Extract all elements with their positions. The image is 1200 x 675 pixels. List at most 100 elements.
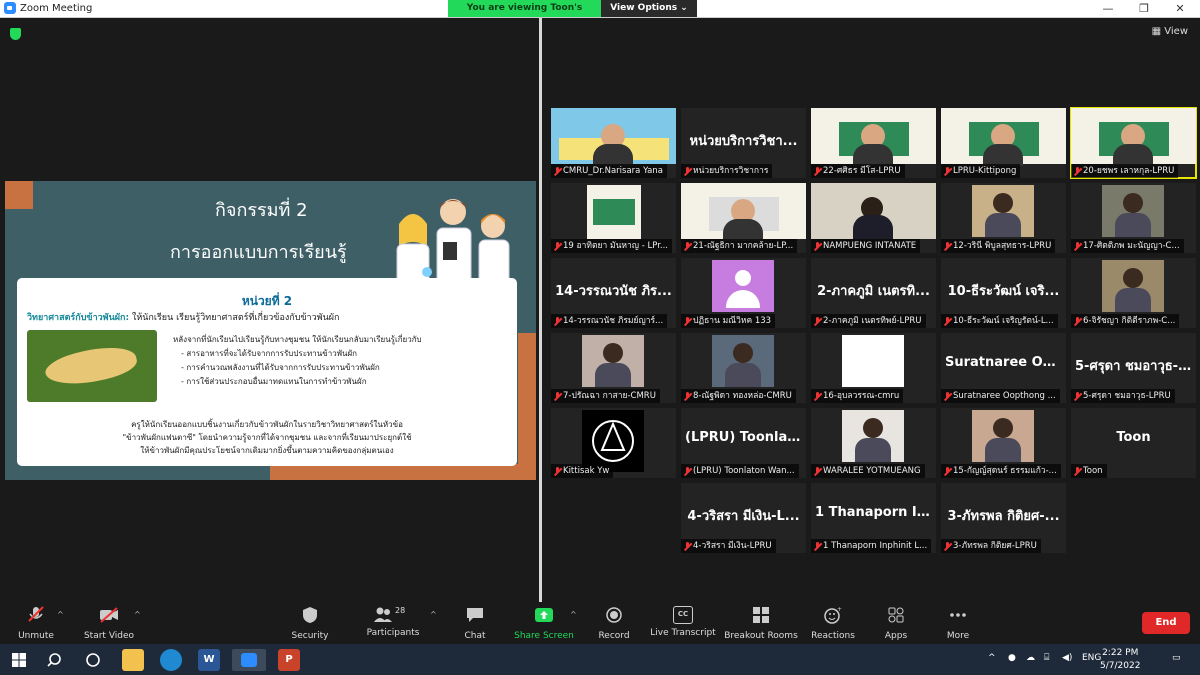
participant-name: 4-วริสรา มีเงิน-LPRU xyxy=(693,541,772,551)
participant-tile[interactable]: 5-ศรุดา ชมอาวุธ-... 5-ศรุดา ชมอาวุธ-LPRU xyxy=(1071,333,1196,403)
participant-video xyxy=(972,185,1034,237)
split-view-divider[interactable] xyxy=(539,18,542,602)
participant-name: 22-ศศิธร มีโส-LPRU xyxy=(823,166,901,176)
breakout-rooms-label: Breakout Rooms xyxy=(724,631,798,641)
share-screen-button[interactable]: Share Screen xyxy=(512,606,576,641)
footer-line: ให้ข้าวพันผักมีคุณประโยชน์จากเดิมมากยิ่ง… xyxy=(140,446,394,455)
file-explorer-icon[interactable] xyxy=(122,649,144,671)
participant-tile[interactable]: 10-ธีระวัฒน์ เจริ... 10-ธีระวัฒน์ เจริญรั… xyxy=(941,258,1066,328)
close-button[interactable]: ✕ xyxy=(1162,0,1198,18)
unmute-button[interactable]: Unmute xyxy=(14,606,58,641)
unit-body: หลังจากที่นักเรียนไปเรียนรู้กับทางชุมชน … xyxy=(173,333,422,389)
edge-browser-icon[interactable] xyxy=(160,649,182,671)
participant-tile[interactable]: ปฏิธาน มณีวิหค 133 xyxy=(681,258,806,328)
participant-tile[interactable]: 12-วรินี พิบูลสุทธาร-LPRU xyxy=(941,183,1066,253)
body-line: หลังจากที่นักเรียนไปเรียนรู้กับทางชุมชน … xyxy=(173,335,422,344)
participant-name: 19 อาทิตยา มันหาญ - LPr... xyxy=(563,241,669,251)
record-button[interactable]: Record xyxy=(594,606,634,641)
reactions-button[interactable]: + Reactions xyxy=(810,606,856,641)
tray-mic-icon[interactable]: ● xyxy=(1008,653,1016,663)
end-meeting-button[interactable]: End xyxy=(1142,612,1190,634)
unit-footer: ครูให้นักเรียนออกแบบชิ้นงานเกี่ยวกับข้าว… xyxy=(17,418,517,457)
mic-muted-icon xyxy=(684,466,691,476)
participant-tile[interactable]: 6-จิรัชญา กิติตีราภพ-C... xyxy=(1071,258,1196,328)
mic-muted-icon xyxy=(944,541,951,551)
mic-muted-icon xyxy=(554,466,561,476)
search-icon[interactable] xyxy=(45,649,67,671)
participant-name: 21-ณัฐธิกา มากคล้าย-LP... xyxy=(693,241,794,251)
zoom-taskbar-item[interactable] xyxy=(232,649,266,671)
participant-display-name: 2-ภาคภูมิ เนตรทิ... xyxy=(817,284,930,299)
participant-tile[interactable]: 17-ศิตติภพ มะนัญญา-C... xyxy=(1071,183,1196,253)
participant-video xyxy=(941,108,1066,166)
participant-tile[interactable]: 14-วรรณวนัช ภิร... 14-วรรณวนัช ภิรมย์ญาร์… xyxy=(551,258,676,328)
live-transcript-button[interactable]: CC Live Transcript xyxy=(648,606,718,638)
participant-tile[interactable]: Suratnaree Oop... Suratnaree Oopthong ... xyxy=(941,333,1066,403)
participant-tile[interactable]: 22-ศศิธร มีโส-LPRU xyxy=(811,108,936,178)
task-view-icon[interactable] xyxy=(82,649,104,671)
chat-button[interactable]: Chat xyxy=(456,606,494,641)
participant-tile[interactable]: WARALEE YOTMUEANG xyxy=(811,408,936,478)
security-shield-icon[interactable] xyxy=(10,28,21,40)
view-options-button[interactable]: View Options ⌄ xyxy=(601,0,697,17)
participant-name: Toon xyxy=(1083,466,1103,476)
participant-name: LPRU-Kittipong xyxy=(953,166,1017,176)
participant-name: 12-วรินี พิบูลสุทธาร-LPRU xyxy=(953,241,1052,251)
participant-tile[interactable]: 4-วริสรา มีเงิน-L... 4-วริสรา มีเงิน-LPRU xyxy=(681,483,806,553)
security-button[interactable]: Security xyxy=(288,606,332,641)
apps-icon xyxy=(888,607,904,623)
participant-name: 20-ยชพร เลาหกุล-LPRU xyxy=(1083,166,1175,176)
slide-decor-bar xyxy=(518,333,536,480)
windows-taskbar: W P ^ ● ☁ ⌸ ◀) ENG 2:22 PM 5/7/2022 ▭ xyxy=(0,644,1200,675)
grid-icon: ▦ xyxy=(1151,26,1162,37)
participant-tile[interactable]: Kittisak Yw xyxy=(551,408,676,478)
participant-tile[interactable]: Toon Toon xyxy=(1071,408,1196,478)
tray-chevron-icon[interactable]: ^ xyxy=(988,653,996,663)
mic-muted-icon xyxy=(944,241,951,251)
participant-tile[interactable]: 8-ณัฐพิดา ทองหล่อ-CMRU xyxy=(681,333,806,403)
breakout-rooms-button[interactable]: Breakout Rooms xyxy=(724,606,798,641)
taskbar-clock[interactable]: 2:22 PM 5/7/2022 xyxy=(1100,647,1140,673)
participant-tile[interactable]: 7-ปรัณฉา กาสาย-CMRU xyxy=(551,333,676,403)
participant-tile[interactable]: 20-ยชพร เลาหกุล-LPRU xyxy=(1070,107,1197,179)
participant-tile[interactable]: 19 อาทิตยา มันหาญ - LPr... xyxy=(551,183,676,253)
audio-options-caret[interactable]: ^ xyxy=(57,610,64,619)
participant-name-label: 6-จิรัชญา กิติตีราภพ-C... xyxy=(1071,314,1180,328)
participant-tile[interactable]: LPRU-Kittipong xyxy=(941,108,1066,178)
apps-label: Apps xyxy=(884,631,908,641)
participant-video xyxy=(551,108,676,166)
participants-options-caret[interactable]: ^ xyxy=(430,610,437,619)
tray-volume-icon[interactable]: ◀) xyxy=(1062,653,1072,663)
participant-tile[interactable]: 1 Thanaporn In... 1 Thanaporn Inphinit L.… xyxy=(811,483,936,553)
more-button[interactable]: More xyxy=(940,606,976,641)
participant-tile[interactable]: CMRU_Dr.Narisara Yana xyxy=(551,108,676,178)
windows-start-icon[interactable] xyxy=(8,649,30,671)
powerpoint-icon[interactable]: P xyxy=(278,649,300,671)
participant-tile[interactable]: 15-กัญญ์สุดนร์ ธรรมแก้ว-... xyxy=(941,408,1066,478)
tray-network-icon[interactable]: ⌸ xyxy=(1044,653,1049,663)
participant-tile[interactable]: (LPRU) Toonlat... (LPRU) Toonlaton Wan... xyxy=(681,408,806,478)
participant-tile[interactable]: NAMPUENG INTANATE xyxy=(811,183,936,253)
participant-tile[interactable]: 2-ภาคภูมิ เนตรทิ... 2-ภาคภูมิ เนตรทิพย์-L… xyxy=(811,258,936,328)
apps-button[interactable]: Apps xyxy=(878,606,914,641)
word-icon[interactable]: W xyxy=(198,649,220,671)
participant-name-label: 19 อาทิตยา มันหาญ - LPr... xyxy=(551,239,673,253)
video-options-caret[interactable]: ^ xyxy=(134,610,141,619)
restore-button[interactable]: ❐ xyxy=(1126,0,1162,18)
participant-tile[interactable]: 3-ภัทรพล กิติยศ-... 3-ภัทรพล กิติยศ-LPRU xyxy=(941,483,1066,553)
share-screen-label: Share Screen xyxy=(514,631,574,641)
participant-video xyxy=(811,108,936,166)
minimize-button[interactable]: — xyxy=(1090,0,1126,18)
share-options-caret[interactable]: ^ xyxy=(570,610,577,619)
participant-tile[interactable]: 21-ณัฐธิกา มากคล้าย-LP... xyxy=(681,183,806,253)
notification-icon[interactable]: ▭ xyxy=(1172,653,1181,663)
participant-video xyxy=(811,183,936,239)
cc-icon: CC xyxy=(673,606,693,624)
participants-button[interactable]: 28 Participants xyxy=(364,606,422,638)
view-button[interactable]: ▦ View xyxy=(1152,26,1188,37)
start-video-button[interactable]: Start Video xyxy=(82,606,136,641)
tray-onedrive-icon[interactable]: ☁ xyxy=(1026,653,1035,663)
tray-language[interactable]: ENG xyxy=(1082,653,1101,663)
participant-tile[interactable]: หน่วยบริการวิชา... หน่วยบริการวิชาการ xyxy=(681,108,806,178)
participant-tile[interactable]: 16-อุบลวรรณ-cmru xyxy=(811,333,936,403)
